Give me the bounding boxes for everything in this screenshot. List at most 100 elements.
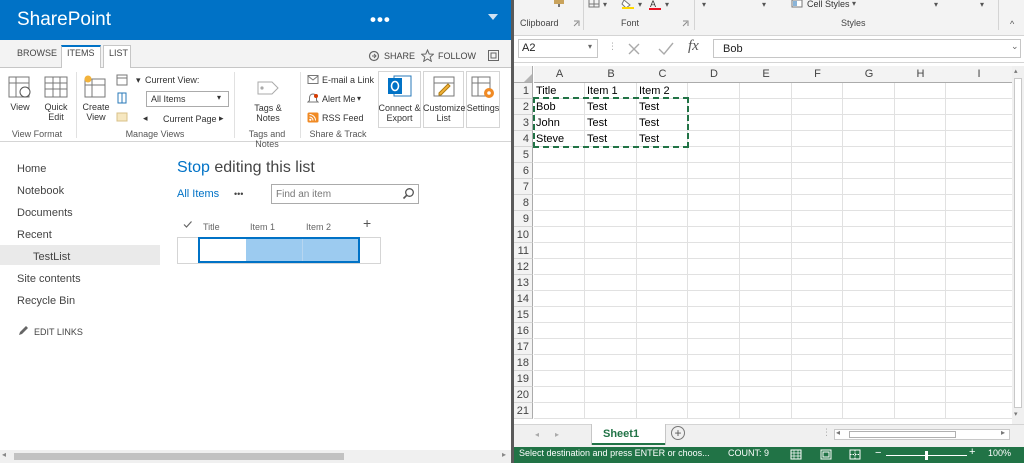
row-header[interactable]: 1 bbox=[514, 83, 533, 99]
list-settings-icon[interactable] bbox=[470, 74, 496, 99]
create-column-icon[interactable] bbox=[116, 92, 128, 104]
row-header[interactable]: 16 bbox=[514, 323, 533, 339]
rss-feed-button[interactable]: RSS Feed bbox=[322, 113, 364, 123]
normal-view-icon[interactable] bbox=[790, 449, 802, 460]
alert-bell-icon[interactable] bbox=[307, 93, 319, 104]
row-header[interactable]: 15 bbox=[514, 307, 533, 323]
create-view-icon[interactable] bbox=[82, 74, 108, 100]
tab-browse[interactable]: BROWSE bbox=[17, 48, 57, 58]
nav-item-home[interactable]: Home bbox=[17, 163, 46, 175]
font-launcher-icon[interactable] bbox=[682, 20, 689, 27]
format-painter-icon[interactable] bbox=[552, 0, 566, 7]
row-header[interactable]: 19 bbox=[514, 371, 533, 387]
cells-caret-icon[interactable]: ▾ bbox=[934, 0, 938, 9]
expand-formula-caret-icon[interactable]: ⌄ bbox=[1011, 41, 1019, 52]
row-header[interactable]: 3 bbox=[514, 115, 533, 131]
column-header-h[interactable]: H bbox=[895, 66, 946, 83]
settings-button[interactable]: Settings bbox=[464, 103, 502, 113]
zoom-in-button[interactable]: + bbox=[969, 446, 975, 458]
outlook-icon[interactable] bbox=[387, 73, 413, 99]
focus-content-icon[interactable] bbox=[487, 49, 500, 62]
zoom-level[interactable]: 100% bbox=[988, 448, 1011, 458]
row-header[interactable]: 9 bbox=[514, 211, 533, 227]
add-column-button[interactable]: + bbox=[363, 215, 371, 231]
row-header[interactable]: 11 bbox=[514, 243, 533, 259]
nav-item-documents[interactable]: Documents bbox=[17, 207, 73, 219]
editing-caret-icon[interactable]: ▾ bbox=[980, 0, 984, 9]
nav-item-testlist[interactable]: TestList bbox=[33, 251, 70, 263]
fill-color-icon[interactable] bbox=[621, 0, 635, 9]
view-button[interactable]: View bbox=[8, 102, 32, 112]
rss-icon[interactable] bbox=[307, 112, 319, 123]
column-header-i[interactable]: I bbox=[946, 66, 1012, 83]
row-header[interactable]: 21 bbox=[514, 403, 533, 419]
column-header-g[interactable]: G bbox=[843, 66, 895, 83]
formula-input[interactable] bbox=[713, 39, 1021, 58]
tab-items[interactable]: ITEMS bbox=[67, 48, 95, 58]
font-color-caret-icon[interactable]: ▾ bbox=[665, 0, 669, 9]
customize-list-button[interactable]: Customize List bbox=[423, 103, 466, 123]
row-header[interactable]: 2 bbox=[514, 99, 533, 115]
tab-list[interactable]: LIST bbox=[109, 48, 128, 58]
tags-notes-button[interactable]: Tags & Notes bbox=[249, 103, 287, 123]
nav-item-recycle-bin[interactable]: Recycle Bin bbox=[17, 295, 75, 307]
row-header[interactable]: 4 bbox=[514, 131, 533, 147]
modify-view-icon[interactable] bbox=[116, 74, 128, 86]
scroll-left-icon[interactable]: ◂ bbox=[2, 450, 6, 459]
name-box-caret-icon[interactable]: ▾ bbox=[588, 42, 592, 51]
enter-checkmark-icon[interactable] bbox=[658, 42, 674, 56]
sharepoint-brand[interactable]: SharePoint bbox=[17, 9, 111, 31]
nav-item-notebook[interactable]: Notebook bbox=[17, 185, 64, 197]
suite-caret-icon[interactable] bbox=[488, 14, 498, 20]
view-icon[interactable] bbox=[7, 74, 33, 100]
row-header[interactable]: 5 bbox=[514, 147, 533, 163]
column-header-item1[interactable]: Item 1 bbox=[250, 222, 275, 232]
quick-edit-icon[interactable] bbox=[43, 74, 69, 100]
grid-cell-selection[interactable] bbox=[246, 237, 360, 263]
quick-edit-button[interactable]: Quick Edit bbox=[40, 102, 72, 122]
suite-more-button[interactable]: ••• bbox=[370, 10, 391, 30]
row-header[interactable]: 20 bbox=[514, 387, 533, 403]
alert-me-button[interactable]: Alert Me bbox=[322, 94, 356, 104]
grid-cell-title[interactable] bbox=[198, 237, 246, 263]
cell-styles-button[interactable]: Cell Styles bbox=[807, 0, 850, 9]
tab-split-handle-icon[interactable]: ⋮ bbox=[822, 427, 831, 438]
stop-editing-link[interactable]: Stop bbox=[177, 159, 210, 176]
email-link-button[interactable]: E-mail a Link bbox=[322, 75, 374, 85]
zoom-out-button[interactable]: − bbox=[875, 447, 881, 459]
current-page-prev-icon[interactable]: ◂ bbox=[143, 113, 148, 124]
row-header[interactable]: 18 bbox=[514, 355, 533, 371]
borders-icon[interactable] bbox=[588, 0, 600, 8]
customize-list-icon[interactable] bbox=[431, 74, 457, 99]
email-icon[interactable] bbox=[307, 74, 319, 85]
search-icon[interactable] bbox=[402, 187, 415, 200]
row-header[interactable]: 14 bbox=[514, 291, 533, 307]
scroll-up-icon[interactable]: ▴ bbox=[1014, 67, 1018, 75]
cell-styles-icon[interactable] bbox=[791, 0, 803, 8]
share-icon[interactable] bbox=[368, 50, 380, 62]
pencil-icon[interactable] bbox=[18, 325, 29, 336]
follow-button[interactable]: FOLLOW bbox=[438, 51, 476, 61]
scrollbar-thumb[interactable] bbox=[14, 453, 344, 460]
insert-function-icon[interactable]: fx bbox=[688, 38, 699, 55]
row-header[interactable]: 8 bbox=[514, 195, 533, 211]
row-header[interactable]: 6 bbox=[514, 163, 533, 179]
column-header-c[interactable]: C bbox=[637, 66, 688, 83]
row-header[interactable]: 7 bbox=[514, 179, 533, 195]
column-header-f[interactable]: F bbox=[792, 66, 843, 83]
cell-styles-caret-icon[interactable]: ▾ bbox=[852, 0, 856, 8]
cancel-entry-icon[interactable] bbox=[627, 42, 641, 56]
font-color-icon[interactable]: A bbox=[648, 0, 662, 10]
new-sheet-button[interactable]: + bbox=[671, 426, 685, 440]
column-header-d[interactable]: D bbox=[688, 66, 740, 83]
zoom-slider-thumb[interactable] bbox=[925, 451, 928, 460]
current-page-next-icon[interactable]: ▸ bbox=[219, 113, 224, 124]
borders-caret-icon[interactable]: ▾ bbox=[603, 0, 607, 9]
collapse-ribbon-icon[interactable]: ^ bbox=[1010, 19, 1014, 29]
page-layout-view-icon[interactable] bbox=[820, 449, 832, 460]
select-all-check-icon[interactable] bbox=[183, 220, 193, 229]
tags-notes-icon[interactable] bbox=[255, 76, 281, 100]
fill-color-caret-icon[interactable]: ▾ bbox=[638, 0, 642, 9]
share-button[interactable]: SHARE bbox=[384, 51, 415, 61]
hscroll-thumb[interactable] bbox=[849, 431, 956, 438]
